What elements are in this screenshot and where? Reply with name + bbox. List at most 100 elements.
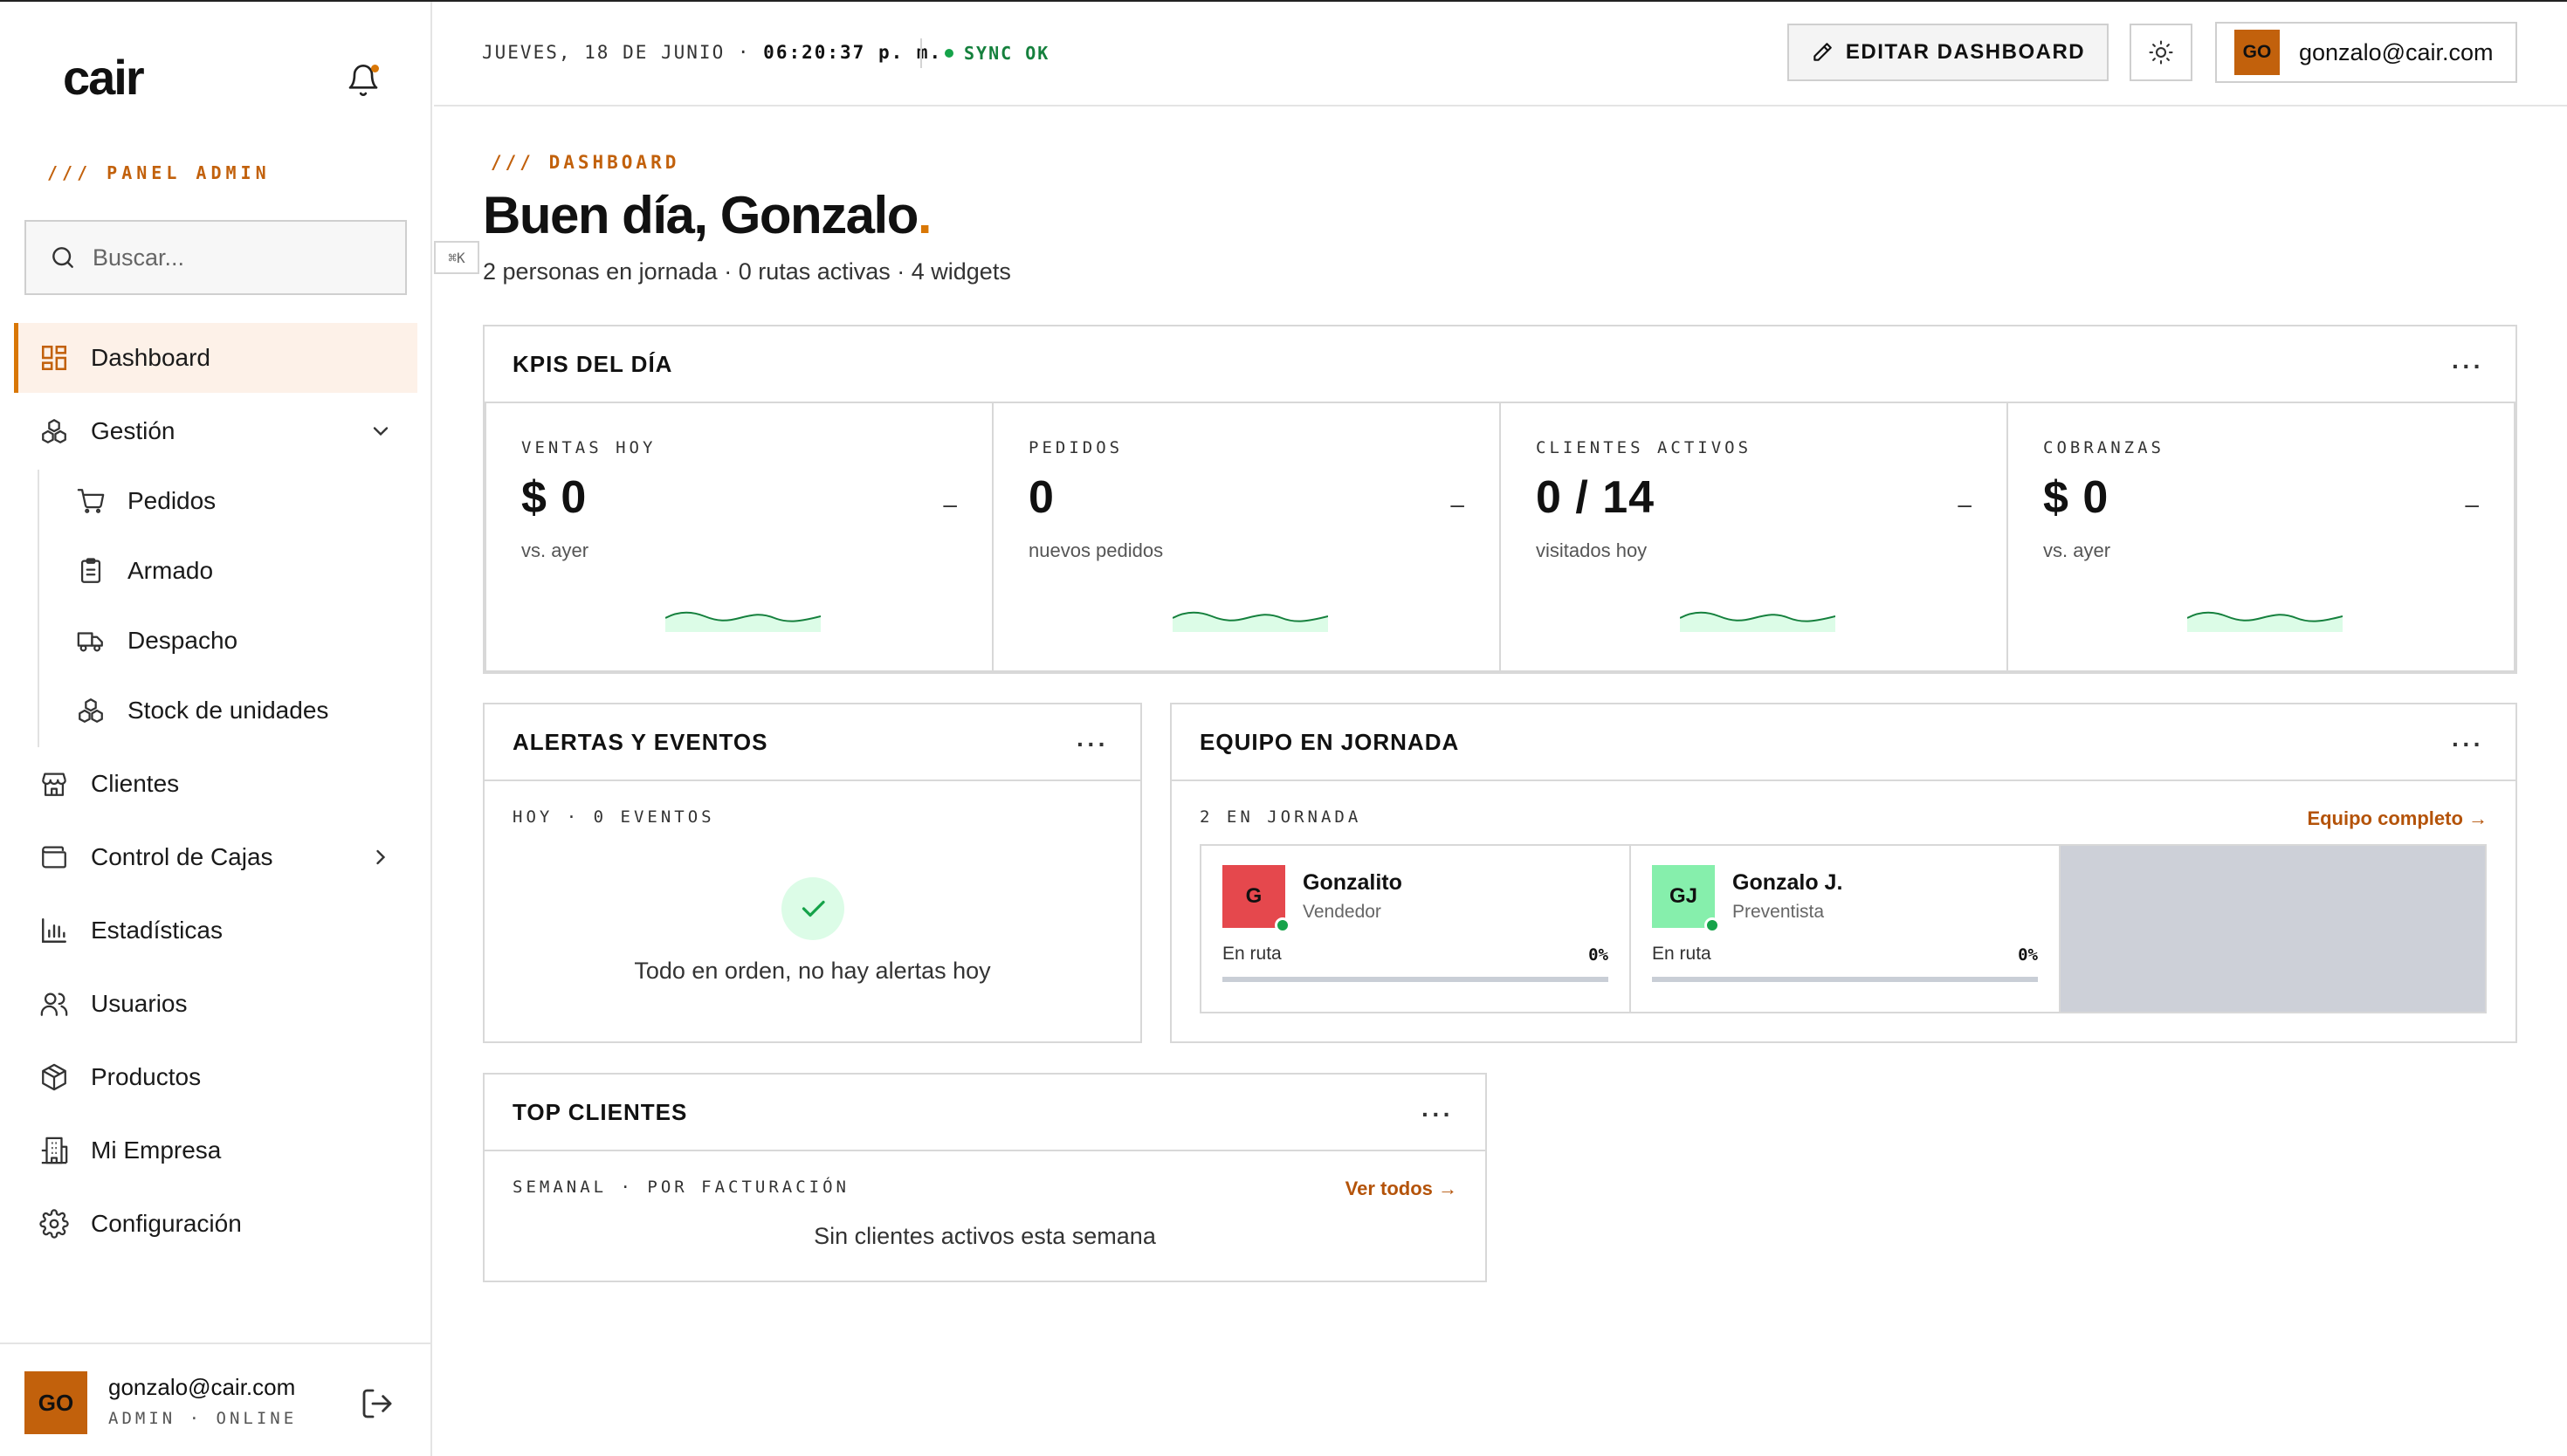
kpi-trend: –: [943, 491, 957, 518]
header-date-text: JUEVES, 18 DE JUNIO ·: [482, 42, 751, 63]
kpi-value: 0: [1029, 472, 1055, 523]
sidebar-item-estadisticas[interactable]: Estadísticas: [14, 896, 417, 965]
card-header: EQUIPO EN JORNADA ···: [1172, 704, 2515, 781]
kpi-subtitle: vs. ayer: [2043, 539, 2111, 561]
card-header: KPIS DEL DÍA ···: [485, 326, 2515, 403]
avatar: GO: [2234, 30, 2280, 75]
app-logo[interactable]: cair: [63, 49, 145, 106]
online-status-dot: [1275, 917, 1290, 933]
kpi-label: PEDIDOS: [1029, 438, 1124, 457]
sparkline: [1680, 611, 1835, 632]
window-top-border: [0, 0, 2567, 2]
team-member-card[interactable]: G Gonzalito Vendedor En ruta 0%: [1201, 846, 1631, 1012]
user-email: gonzalo@cair.com: [2299, 38, 2494, 65]
sidebar-subitem-pedidos[interactable]: Pedidos: [75, 466, 416, 536]
kpi-trend: –: [2465, 491, 2479, 518]
sidebar-subitem-armado[interactable]: Armado: [75, 536, 416, 606]
dashboard-icon: [38, 342, 70, 374]
sidebar-footer: GO gonzalo@cair.com ADMIN · ONLINE: [0, 1343, 432, 1456]
header-divider: [920, 38, 922, 68]
boxes-icon: [75, 695, 107, 726]
sidebar-subitem-label: Despacho: [127, 627, 238, 654]
alerts-empty-message: Todo en orden, no hay alertas hoy: [634, 958, 991, 984]
team-count-label: 2 EN JORNADA: [1200, 807, 1362, 827]
member-name: Gonzalito: [1303, 870, 1402, 895]
logout-icon[interactable]: [360, 1386, 395, 1421]
kpi-subtitle: vs. ayer: [521, 539, 589, 561]
view-all-link[interactable]: Ver todos →: [1345, 1178, 1457, 1200]
kpi-ventas-hoy: VENTAS HOY $ 0 – vs. ayer: [486, 403, 994, 670]
top-clients-empty-message: Sin clientes activos esta semana: [814, 1223, 1156, 1249]
sidebar-item-gestion[interactable]: Gestión: [14, 396, 417, 466]
submenu-rail: [38, 470, 39, 747]
users-icon: [38, 988, 70, 1020]
sidebar-item-label: Mi Empresa: [91, 1137, 222, 1164]
sidebar-item-mi-empresa[interactable]: Mi Empresa: [14, 1116, 417, 1185]
alerts-count-label: HOY · 0 EVENTOS: [513, 807, 715, 827]
top-clients-card: TOP CLIENTES ··· SEMANAL · POR FACTURACI…: [483, 1073, 1487, 1282]
pencil-icon: [1813, 43, 1832, 61]
more-options-icon[interactable]: ···: [1077, 731, 1109, 759]
search-input[interactable]: [93, 244, 389, 271]
theme-toggle-button[interactable]: [2130, 24, 2192, 81]
card-header: ALERTAS Y EVENTOS ···: [485, 704, 1140, 781]
sidebar-item-dashboard[interactable]: Dashboard: [14, 323, 417, 393]
kpis-card: KPIS DEL DÍA ··· VENTAS HOY $ 0 – vs. ay…: [483, 325, 2517, 674]
boxes-icon: [38, 416, 70, 447]
edit-dashboard-label: EDITAR DASHBOARD: [1845, 40, 2086, 64]
card-title: KPIS DEL DÍA: [513, 350, 673, 377]
edit-dashboard-button[interactable]: EDITAR DASHBOARD: [1787, 24, 2109, 81]
chevron-right-icon[interactable]: [368, 845, 393, 869]
team-full-link[interactable]: Equipo completo →: [2307, 807, 2488, 830]
avatar: G: [1222, 865, 1290, 933]
search-box[interactable]: [24, 220, 407, 295]
kpi-subtitle: visitados hoy: [1536, 539, 1648, 561]
team-card: EQUIPO EN JORNADA ··· 2 EN JORNADA Equip…: [1170, 703, 2517, 1043]
notification-bell-icon[interactable]: [346, 63, 381, 98]
kpi-value: 0 / 14: [1536, 472, 1655, 523]
chevron-down-icon[interactable]: [368, 419, 393, 443]
cart-icon: [75, 485, 107, 517]
panel-label: /// PANEL ADMIN: [47, 162, 271, 183]
sidebar-item-label: Clientes: [91, 770, 180, 797]
sync-status: SYNC OK: [945, 43, 1050, 64]
sidebar-item-label: Estadísticas: [91, 917, 223, 944]
team-member-card[interactable]: GJ Gonzalo J. Preventista En ruta 0%: [1631, 846, 2061, 1012]
card-header: TOP CLIENTES ···: [485, 1075, 1485, 1151]
card-title: ALERTAS Y EVENTOS: [513, 728, 768, 755]
sidebar: cair /// PANEL ADMIN Dashboard Gestión P…: [0, 0, 432, 1456]
online-status-dot: [1704, 917, 1720, 933]
kpi-label: COBRANZAS: [2043, 438, 2164, 457]
member-progress-bar: [1222, 977, 1608, 982]
sparkline: [2187, 611, 2343, 632]
sidebar-item-control-cajas[interactable]: Control de Cajas: [14, 822, 417, 892]
header-time: 06:20:37 p. m.: [763, 42, 943, 63]
building-icon: [38, 1135, 70, 1166]
member-name: Gonzalo J.: [1732, 870, 1843, 895]
wallet-icon: [38, 841, 70, 873]
member-role: Preventista: [1732, 902, 1825, 922]
sidebar-item-label: Gestión: [91, 417, 175, 444]
more-options-icon[interactable]: ···: [1421, 1101, 1454, 1129]
footer-email: gonzalo@cair.com: [108, 1374, 296, 1400]
member-progress-value: 0%: [1588, 945, 1608, 965]
sidebar-subitem-stock[interactable]: Stock de unidades: [75, 676, 416, 745]
sidebar-subitem-despacho[interactable]: Despacho: [75, 606, 416, 676]
sidebar-item-configuracion[interactable]: Configuración: [14, 1189, 417, 1259]
sidebar-item-productos[interactable]: Productos: [14, 1042, 417, 1112]
member-progress-value: 0%: [2018, 945, 2038, 965]
user-menu[interactable]: GO gonzalo@cair.com: [2215, 22, 2517, 83]
truck-icon: [75, 625, 107, 656]
notification-dot: [371, 65, 379, 72]
kpi-clientes-activos: CLIENTES ACTIVOS 0 / 14 – visitados hoy: [1501, 403, 2008, 670]
member-status: En ruta: [1222, 944, 1282, 964]
breadcrumb: /// DASHBOARD: [491, 152, 680, 173]
more-options-icon[interactable]: ···: [2452, 731, 2484, 759]
more-options-icon[interactable]: ···: [2452, 353, 2484, 381]
kpi-grid: VENTAS HOY $ 0 – vs. ayer PEDIDOS 0 – nu…: [485, 403, 2515, 672]
card-title: EQUIPO EN JORNADA: [1200, 728, 1460, 755]
team-members: G Gonzalito Vendedor En ruta 0% GJ Gonza…: [1200, 844, 2487, 1013]
sync-dot-icon: [945, 49, 953, 58]
sidebar-item-clientes[interactable]: Clientes: [14, 749, 417, 819]
sidebar-item-usuarios[interactable]: Usuarios: [14, 969, 417, 1039]
